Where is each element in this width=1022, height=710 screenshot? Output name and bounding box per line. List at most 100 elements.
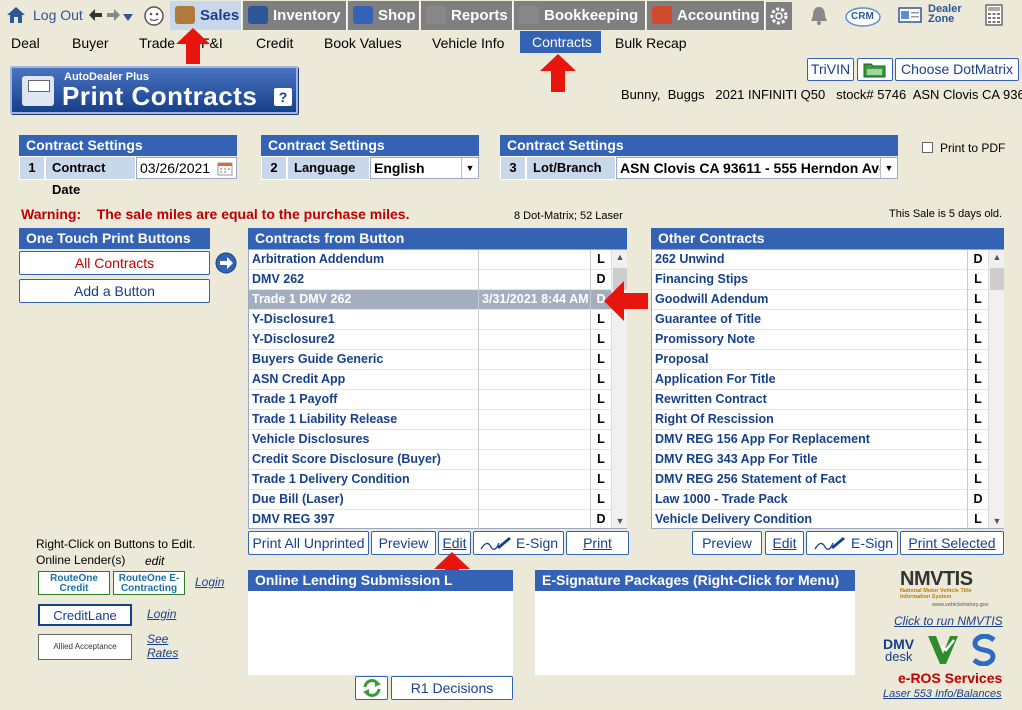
contract-row[interactable]: DMV REG 256 Statement of Fact L [652,470,988,490]
contracts-from-button-list[interactable]: DMV REG 397 D Due Bill (Laser) L Trade 1 Del… [248,249,628,530]
nmvtis-logo[interactable]: NMVTIS National Motor Vehicle Title Info… [890,568,1000,610]
esign-packages-list[interactable] [535,591,855,675]
tab-inventory[interactable]: Inventory [243,1,347,30]
help-icon[interactable]: ? [274,88,292,106]
scrollbar-thumb[interactable] [990,268,1004,290]
dealer-zone-label[interactable]: Dealer Zone [928,4,968,25]
scroll-down-icon[interactable]: ▼ [612,516,628,526]
home-icon[interactable] [5,5,27,25]
contract-row[interactable]: ASN Credit App L [249,370,611,390]
subnav-book-values[interactable]: Book Values [324,35,402,51]
scroll-up-icon[interactable]: ▲ [612,252,628,262]
contract-row[interactable]: Trade 1 Payoff L [249,390,611,410]
contract-row[interactable]: Promissory Note L [652,330,988,350]
contract-row[interactable]: Y-Disclosure2 L [249,330,611,350]
contract-row[interactable]: Proposal L [652,350,988,370]
subnav-bulk-recap[interactable]: Bulk Recap [615,35,687,51]
scroll-down-icon[interactable]: ▼ [989,516,1005,526]
arrow-right-circle-icon[interactable] [215,252,237,274]
allied-acceptance-logo[interactable]: Allied Acceptance [38,634,132,660]
laser-info-balances-link[interactable]: Laser 553 Info/Balances [883,688,1002,700]
subnav-trade[interactable]: Trade [139,35,175,51]
r1-decisions-button[interactable]: R1 Decisions [391,676,513,700]
tab-bookkeeping[interactable]: Bookkeeping [514,1,646,30]
other-esign-button[interactable]: E-Sign [806,531,898,555]
contract-row[interactable]: 262 Unwind D [652,250,988,270]
print-to-pdf-checkbox[interactable] [922,142,933,153]
contract-row[interactable]: DMV 262 D [249,270,611,290]
subnav-buyer[interactable]: Buyer [72,35,109,51]
contract-date-input[interactable]: 03/26/2021 [136,157,237,179]
run-nmvtis-link[interactable]: Click to run NMVTIS [894,614,1003,628]
contract-row[interactable]: Financing Stips L [652,270,988,290]
subnav-credit[interactable]: Credit [256,35,293,51]
folder-button[interactable] [857,58,893,81]
tab-shop[interactable]: Shop [348,1,420,30]
contract-row[interactable]: Trade 1 DMV 262 3/31/2021 8:44 AM D [249,290,611,310]
language-select[interactable]: English ▼ [370,157,479,179]
subnav-deal[interactable]: Deal [11,35,40,51]
settings-gear-icon[interactable] [766,2,792,30]
creditlane-logo[interactable]: CreditLane [38,604,132,626]
trivin-button[interactable]: TriVIN [807,58,854,81]
dealer-zone-icon[interactable] [898,5,922,25]
calculator-icon[interactable] [985,4,1003,26]
s-logo-icon[interactable] [970,633,1000,667]
crm-icon[interactable]: CRM [844,4,882,28]
user-face-icon[interactable] [143,5,165,27]
choose-dotmatrix-button[interactable]: Choose DotMatrix [895,58,1019,81]
all-contracts-button[interactable]: All Contracts [19,251,210,275]
notification-bell-icon[interactable] [808,5,830,27]
routeone-credit-logo[interactable]: RouteOne Credit [38,571,110,595]
contract-row[interactable]: Goodwill Adendum L [652,290,988,310]
check-logo-icon[interactable] [928,634,960,666]
preview-button[interactable]: Preview [371,531,436,555]
other-edit-button[interactable]: Edit [765,531,804,555]
print-button[interactable]: Print [566,531,629,555]
contract-row[interactable]: Vehicle Disclosures L [249,430,611,450]
subnav-contracts[interactable]: Contracts [520,31,601,53]
online-lenders-edit-link[interactable]: edit [145,554,164,568]
eros-services-title[interactable]: e-ROS Services [898,670,1002,686]
forward-arrow-icon[interactable] [106,7,120,23]
contract-row[interactable]: Arbitration Addendum L [249,250,611,270]
contract-row[interactable]: Due Bill (Laser) L [249,490,611,510]
scrollbar[interactable]: ▲ ▼ [988,250,1004,528]
tab-sales[interactable]: Sales [170,1,242,30]
tab-reports[interactable]: Reports [421,1,513,30]
see-rates-link[interactable]: See Rates [147,632,178,660]
print-selected-button[interactable]: Print Selected [900,531,1004,555]
contract-row[interactable]: Law 1000 - Trade Pack D [652,490,988,510]
esign-button[interactable]: E-Sign [473,531,564,555]
contract-row[interactable]: DMV REG 156 App For Replacement L [652,430,988,450]
print-all-unprinted-button[interactable]: Print All Unprinted [248,531,369,555]
dmv-desk-logo[interactable]: DMV desk [883,636,919,666]
add-a-button[interactable]: Add a Button [19,279,210,303]
chevron-down-icon[interactable]: ▼ [880,158,897,178]
contract-row[interactable]: Buyers Guide Generic L [249,350,611,370]
contract-row[interactable]: Right Of Rescission L [652,410,988,430]
refresh-button[interactable] [355,676,388,700]
contract-row[interactable]: Trade 1 Delivery Condition L [249,470,611,490]
contract-row[interactable]: Guarantee of Title L [652,310,988,330]
routeone-login-link[interactable]: Login [195,575,224,589]
contract-row[interactable]: Vehicle Delivery Condition L [652,510,988,530]
other-preview-button[interactable]: Preview [692,531,762,555]
chevron-down-icon[interactable]: ▼ [461,158,478,178]
contract-row[interactable]: Y-Disclosure1 L [249,310,611,330]
contract-row[interactable]: Trade 1 Liability Release L [249,410,611,430]
contract-row[interactable]: Rewritten Contract L [652,390,988,410]
tab-accounting[interactable]: Accounting [647,1,765,30]
contract-row[interactable]: Application For Title L [652,370,988,390]
other-contracts-list[interactable]: Vehicle Delivery Condition L Law 1000 - Tr… [651,249,1004,530]
contract-row[interactable]: Credit Score Disclosure (Buyer) L [249,450,611,470]
online-lending-list[interactable] [248,591,513,675]
history-dropdown-icon[interactable] [123,10,133,21]
routeone-econtracting-logo[interactable]: RouteOne E-Contracting [113,571,185,595]
contract-row[interactable]: DMV REG 397 D [249,510,611,530]
scroll-up-icon[interactable]: ▲ [989,252,1005,262]
creditlane-login-link[interactable]: Login [147,607,176,621]
subnav-vehicle-info[interactable]: Vehicle Info [432,35,504,51]
lot-branch-select[interactable]: ASN Clovis CA 93611 - 555 Herndon Ave - … [616,157,898,179]
calendar-icon[interactable] [217,160,233,176]
